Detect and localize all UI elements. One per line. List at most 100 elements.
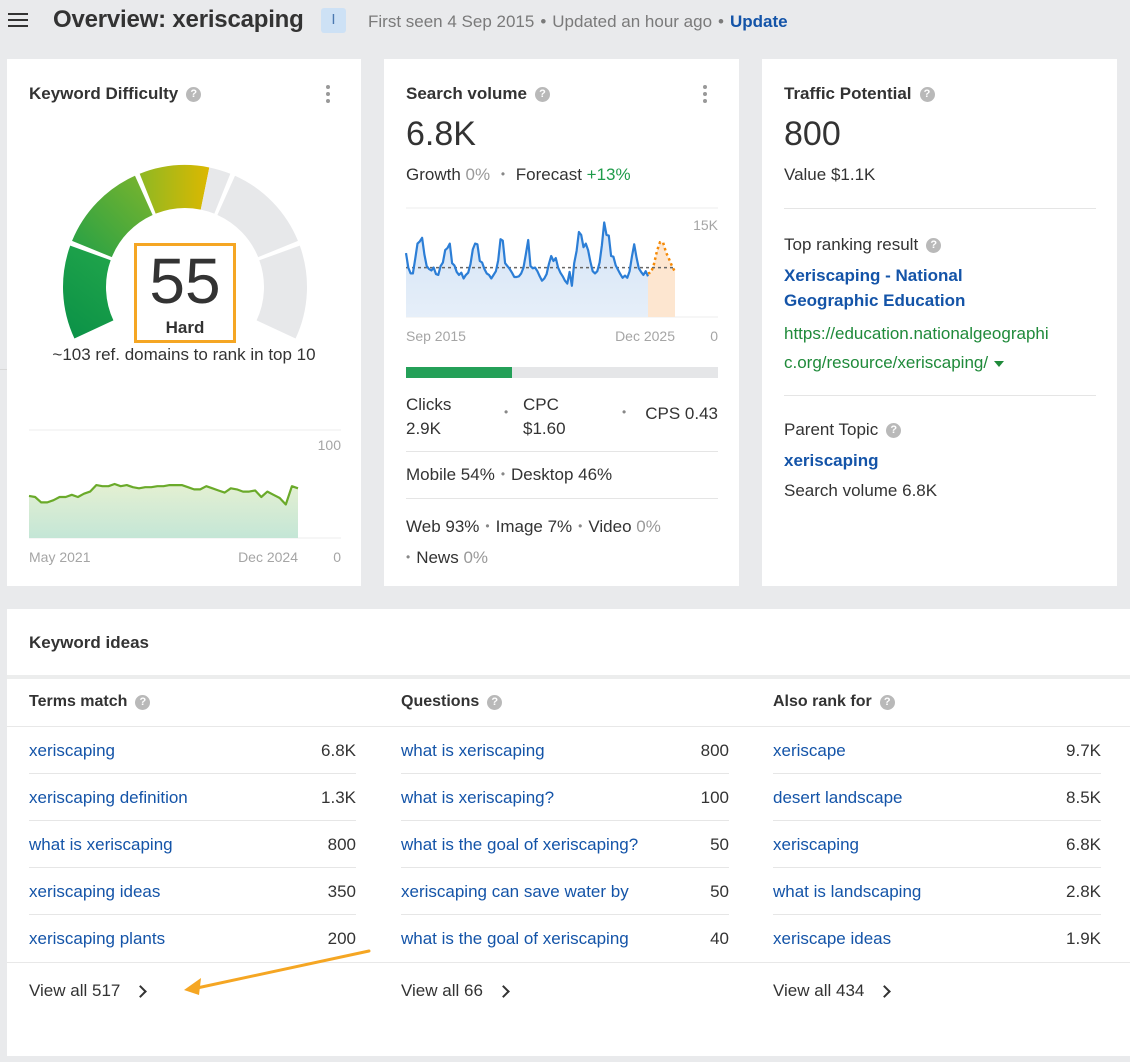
video-label: Video: [588, 517, 632, 536]
more-options-icon[interactable]: [325, 83, 331, 103]
x-tick-label: Dec 2024: [238, 549, 298, 565]
table-row[interactable]: what is xeriscaping? 100: [401, 774, 729, 821]
table-row[interactable]: what is the goal of xeriscaping? 50: [401, 821, 729, 868]
view-all-label: View all 517: [29, 981, 121, 1000]
separator: •: [540, 12, 547, 31]
clicks-progress-bar: [406, 367, 718, 378]
gauge-segment-filled: [139, 165, 210, 214]
hamburger-menu-icon[interactable]: [8, 9, 30, 31]
help-icon[interactable]: ?: [135, 694, 151, 710]
keyword-link[interactable]: xeriscape ideas: [773, 929, 891, 949]
view-all-questions[interactable]: View all 66: [401, 981, 510, 1001]
view-all-label: View all 66: [401, 981, 483, 1000]
cps-value: CPS 0.43: [645, 404, 718, 423]
view-all-also-rank-for[interactable]: View all 434: [773, 981, 892, 1001]
keyword-link[interactable]: desert landscape: [773, 788, 902, 808]
top-result-title-line: Xeriscaping - National: [784, 266, 963, 285]
help-icon[interactable]: ?: [534, 86, 550, 102]
table-row[interactable]: xeriscaping plants 200: [29, 915, 356, 962]
table-row[interactable]: xeriscaping can save water by 50: [401, 868, 729, 915]
table-row[interactable]: what is landscaping 2.8K: [773, 868, 1101, 915]
caret-down-icon[interactable]: [994, 360, 1005, 367]
cpc-value: $1.60: [523, 419, 566, 438]
table-row[interactable]: xeriscaping 6.8K: [773, 821, 1101, 868]
help-icon[interactable]: ?: [186, 86, 202, 102]
search-volume-chart: 15K 0 Sep 2015 Dec 2025: [404, 207, 719, 344]
top-result-url-link[interactable]: https://education.nationalgeographi c.or…: [784, 319, 1049, 377]
keyword-difficulty-title: Keyword Difficulty: [29, 84, 179, 103]
top-result-title-link[interactable]: Xeriscaping - National Geographic Educat…: [784, 263, 965, 313]
help-icon[interactable]: ?: [886, 422, 902, 438]
card-title: Keyword Difficulty ?: [29, 84, 202, 104]
divider: [751, 962, 1130, 963]
parent-topic-link[interactable]: xeriscaping: [784, 451, 879, 471]
keyword-volume: 350: [327, 882, 356, 901]
chevron-right-icon: [878, 984, 892, 998]
keyword-ideas-panel: Keyword ideas Terms match? xeriscaping 6.…: [7, 609, 1130, 1056]
table-row[interactable]: what is xeriscaping 800: [29, 821, 356, 868]
keyword-volume: 800: [327, 835, 356, 854]
cpc-label: CPC: [523, 395, 559, 414]
table-row[interactable]: xeriscaping definition 1.3K: [29, 774, 356, 821]
divider: [7, 962, 379, 963]
y-tick-label: 0: [710, 328, 718, 344]
search-volume-title: Search volume: [406, 84, 527, 103]
help-icon[interactable]: ?: [487, 694, 503, 710]
top-result-url-line: https://education.nationalgeographi: [784, 324, 1049, 343]
forecast-area: [648, 242, 675, 317]
help-icon[interactable]: ?: [919, 86, 935, 102]
traffic-value: Value $1.1K: [784, 165, 876, 184]
annotation-arrow-head: [184, 978, 201, 995]
keyword-volume: 2.8K: [1066, 882, 1101, 901]
keyword-link[interactable]: xeriscaping ideas: [29, 882, 160, 902]
divider: [406, 451, 718, 452]
keyword-volume: 1.3K: [321, 788, 356, 807]
keyword-volume: 100: [700, 788, 729, 807]
keyword-volume: 8.5K: [1066, 788, 1101, 807]
chevron-right-icon: [497, 984, 510, 998]
keyword-link[interactable]: xeriscaping plants: [29, 929, 165, 949]
mobile-share: Mobile 54%: [406, 465, 495, 484]
keyword-link[interactable]: xeriscaping can save water by: [401, 882, 629, 902]
help-icon[interactable]: ?: [879, 694, 895, 710]
image-share: Image 7%: [495, 517, 573, 536]
keyword-ideas-header: Keyword ideas: [7, 609, 1130, 679]
card-title: Traffic Potential ?: [784, 84, 935, 104]
keyword-volume: 6.8K: [1066, 835, 1101, 854]
intent-badge[interactable]: I: [321, 8, 346, 33]
keyword-link[interactable]: what is xeriscaping?: [401, 788, 554, 808]
keyword-link[interactable]: what is the goal of xeriscaping?: [401, 835, 638, 855]
keyword-ideas-title: Keyword ideas: [29, 633, 149, 652]
table-row[interactable]: what is xeriscaping 800: [401, 727, 729, 774]
clicks-metric: Clicks 2.9K: [406, 393, 451, 441]
update-link[interactable]: Update: [730, 12, 788, 31]
keyword-link[interactable]: xeriscaping: [29, 741, 115, 761]
keyword-link[interactable]: what is xeriscaping: [401, 741, 545, 761]
top-ranking-label-text: Top ranking result: [784, 235, 919, 254]
table-row[interactable]: desert landscape 8.5K: [773, 774, 1101, 821]
y-tick-label: 0: [333, 549, 341, 565]
keyword-link[interactable]: what is xeriscaping: [29, 835, 173, 855]
keyword-link[interactable]: what is landscaping: [773, 882, 921, 902]
view-all-terms-match[interactable]: View all 517: [29, 981, 148, 1001]
growth-value: 0%: [465, 165, 491, 184]
parent-topic-volume: Search volume 6.8K: [784, 481, 938, 500]
traffic-potential-title: Traffic Potential: [784, 84, 912, 103]
table-row[interactable]: xeriscape ideas 1.9K: [773, 915, 1101, 962]
keyword-link[interactable]: xeriscaping: [773, 835, 859, 855]
keyword-link[interactable]: xeriscape: [773, 741, 846, 761]
help-icon[interactable]: ?: [926, 237, 942, 253]
keyword-link[interactable]: xeriscaping definition: [29, 788, 188, 808]
chevron-right-icon: [134, 984, 148, 998]
x-tick-label: Dec 2025: [615, 328, 675, 344]
more-options-icon[interactable]: [702, 83, 708, 103]
clicks-progress-fill: [406, 367, 513, 378]
table-row[interactable]: what is the goal of xeriscaping 40: [401, 915, 729, 962]
keyword-link[interactable]: what is the goal of xeriscaping: [401, 929, 629, 949]
table-row[interactable]: xeriscaping 6.8K: [29, 727, 356, 774]
table-row[interactable]: xeriscaping ideas 350: [29, 868, 356, 915]
table-row[interactable]: xeriscape 9.7K: [773, 727, 1101, 774]
x-tick-label: May 2021: [29, 549, 91, 565]
device-row: Mobile 54% • Desktop 46%: [406, 465, 718, 485]
ref-domains-text: ~103 ref. domains to rank in top 10: [52, 345, 316, 364]
